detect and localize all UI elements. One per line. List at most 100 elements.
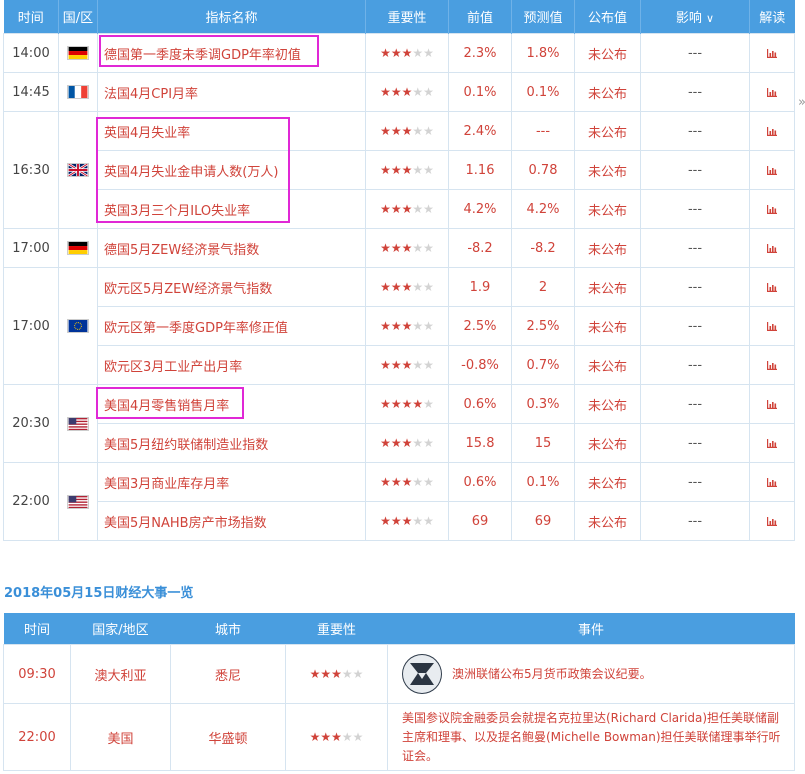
importance-cell: ★★★★★ — [365, 228, 449, 268]
analysis-cell[interactable] — [749, 423, 795, 463]
analysis-cell[interactable] — [749, 462, 795, 502]
analysis-cell[interactable] — [749, 111, 795, 151]
impact-value: --- — [640, 189, 750, 229]
header-actual[interactable]: 公布值 — [574, 0, 641, 34]
table-row: 14:45 法国4月CPI月率 ★★★★★ 0.1% 0.1% 未公布 --- — [3, 72, 795, 112]
indicator-name[interactable]: 德国5月ZEW经济景气指数 — [97, 228, 366, 268]
events-header-row: 时间 国家/地区 城市 重要性 事件 — [3, 613, 795, 645]
impact-value: --- — [640, 228, 750, 268]
previous-value: 4.2% — [448, 189, 512, 229]
events-header-event: 事件 — [387, 613, 795, 645]
star-icon: ★ — [423, 474, 434, 489]
impact-value: --- — [640, 345, 750, 385]
importance-stars: ★★★★★ — [380, 85, 434, 99]
star-icon: ★ — [380, 201, 391, 216]
events-table: 时间 国家/地区 城市 重要性 事件 09:30 澳大利亚 悉尼 ★★★★★ 澳洲联储公… — [3, 613, 795, 771]
analysis-cell[interactable] — [749, 384, 795, 424]
impact-value: --- — [640, 306, 750, 346]
analysis-cell[interactable] — [749, 189, 795, 229]
star-icon: ★ — [331, 666, 342, 681]
bar-chart-icon[interactable] — [767, 87, 777, 97]
header-time[interactable]: 时间 — [3, 0, 59, 34]
actual-value: 未公布 — [574, 111, 641, 151]
header-country[interactable]: 国/区 — [58, 0, 98, 34]
star-icon: ★ — [390, 357, 402, 372]
bar-chart-icon[interactable] — [767, 126, 777, 136]
forecast-value: 2.5% — [511, 306, 575, 346]
event-row: 22:00 美国 华盛顿 ★★★★★ 美国参议院金融委员会就提名克拉里达(Richard… — [3, 703, 795, 771]
bar-chart-icon[interactable] — [767, 477, 777, 487]
indicator-name[interactable]: 美国3月商业库存月率 — [97, 462, 366, 502]
star-icon: ★ — [390, 474, 402, 489]
indicator-name[interactable]: 英国4月失业率 — [97, 111, 366, 151]
star-icon: ★ — [423, 201, 434, 216]
actual-value: 未公布 — [574, 501, 641, 541]
star-icon: ★ — [412, 45, 424, 60]
bar-chart-icon[interactable] — [767, 243, 777, 253]
side-expand-arrow[interactable]: » — [798, 95, 805, 110]
star-icon: ★ — [401, 84, 413, 99]
bar-chart-icon[interactable] — [767, 360, 777, 370]
star-icon: ★ — [309, 666, 321, 681]
star-icon: ★ — [423, 84, 434, 99]
analysis-cell[interactable] — [749, 501, 795, 541]
indicator-name[interactable]: 法国4月CPI月率 — [97, 72, 366, 112]
actual-value: 未公布 — [574, 228, 641, 268]
header-importance[interactable]: 重要性 — [365, 0, 449, 34]
star-icon: ★ — [423, 435, 434, 450]
indicator-name[interactable]: 欧元区第一季度GDP年率修正值 — [97, 306, 366, 346]
star-icon: ★ — [380, 84, 391, 99]
actual-value: 未公布 — [574, 423, 641, 463]
bar-chart-icon[interactable] — [767, 438, 777, 448]
indicator-name[interactable]: 欧元区5月ZEW经济景气指数 — [97, 267, 366, 307]
importance-stars: ★★★★★ — [380, 46, 434, 60]
bar-chart-icon[interactable] — [767, 165, 777, 175]
indicator-name[interactable]: 英国3月三个月ILO失业率 — [97, 189, 366, 229]
header-analysis[interactable]: 解读 — [749, 0, 795, 34]
indicator-name[interactable]: 英国4月失业金申请人数(万人) — [97, 150, 366, 190]
star-icon: ★ — [352, 729, 364, 744]
star-icon: ★ — [401, 45, 413, 60]
indicator-name[interactable]: 美国5月纽约联储制造业指数 — [97, 423, 366, 463]
importance-cell: ★★★★★ — [365, 150, 449, 190]
indicator-name[interactable]: 欧元区3月工业产出月率 — [97, 345, 366, 385]
bar-chart-icon[interactable] — [767, 399, 777, 409]
event-time: 09:30 — [3, 644, 71, 704]
star-icon: ★ — [380, 240, 391, 255]
previous-value: 1.16 — [448, 150, 512, 190]
impact-value: --- — [640, 462, 750, 502]
header-previous[interactable]: 前值 — [448, 0, 512, 34]
analysis-cell[interactable] — [749, 306, 795, 346]
analysis-cell[interactable] — [749, 72, 795, 112]
indicator-name[interactable]: 德国第一季度未季调GDP年率初值 — [97, 33, 366, 73]
event-cell: 美国参议院金融委员会就提名克拉里达(Richard Clarida)担任美联储副… — [387, 703, 795, 771]
actual-value: 未公布 — [574, 267, 641, 307]
analysis-cell[interactable] — [749, 345, 795, 385]
analysis-cell[interactable] — [749, 228, 795, 268]
bar-chart-icon[interactable] — [767, 321, 777, 331]
analysis-cell[interactable] — [749, 267, 795, 307]
impact-value: --- — [640, 501, 750, 541]
bar-chart-icon[interactable] — [767, 282, 777, 292]
indicator-name[interactable]: 美国4月零售销售月率 — [97, 384, 366, 424]
header-indicator[interactable]: 指标名称 — [97, 0, 366, 34]
events-header-city: 城市 — [170, 613, 286, 645]
star-icon: ★ — [401, 396, 413, 411]
bar-chart-icon[interactable] — [767, 516, 777, 526]
country-flag-icon — [58, 228, 98, 268]
header-impact[interactable]: 影响 ∨ — [640, 0, 750, 34]
chevron-down-icon[interactable]: ∨ — [706, 12, 714, 25]
bar-chart-icon[interactable] — [767, 204, 777, 214]
table-row: 14:00 德国第一季度未季调GDP年率初值 ★★★★★ 2.3% 1.8% 未公布 --- — [3, 33, 795, 73]
analysis-cell[interactable] — [749, 150, 795, 190]
analysis-cell[interactable] — [749, 33, 795, 73]
header-forecast[interactable]: 预测值 — [511, 0, 575, 34]
bar-chart-icon[interactable] — [767, 48, 777, 58]
event-country: 美国 — [70, 703, 171, 771]
row-time: 22:00 — [3, 462, 59, 541]
indicator-name[interactable]: 美国5月NAHB房产市场指数 — [97, 501, 366, 541]
star-icon: ★ — [401, 201, 413, 216]
country-flag-icon — [58, 384, 98, 463]
star-icon: ★ — [412, 240, 424, 255]
importance-stars: ★★★★★ — [380, 163, 434, 177]
